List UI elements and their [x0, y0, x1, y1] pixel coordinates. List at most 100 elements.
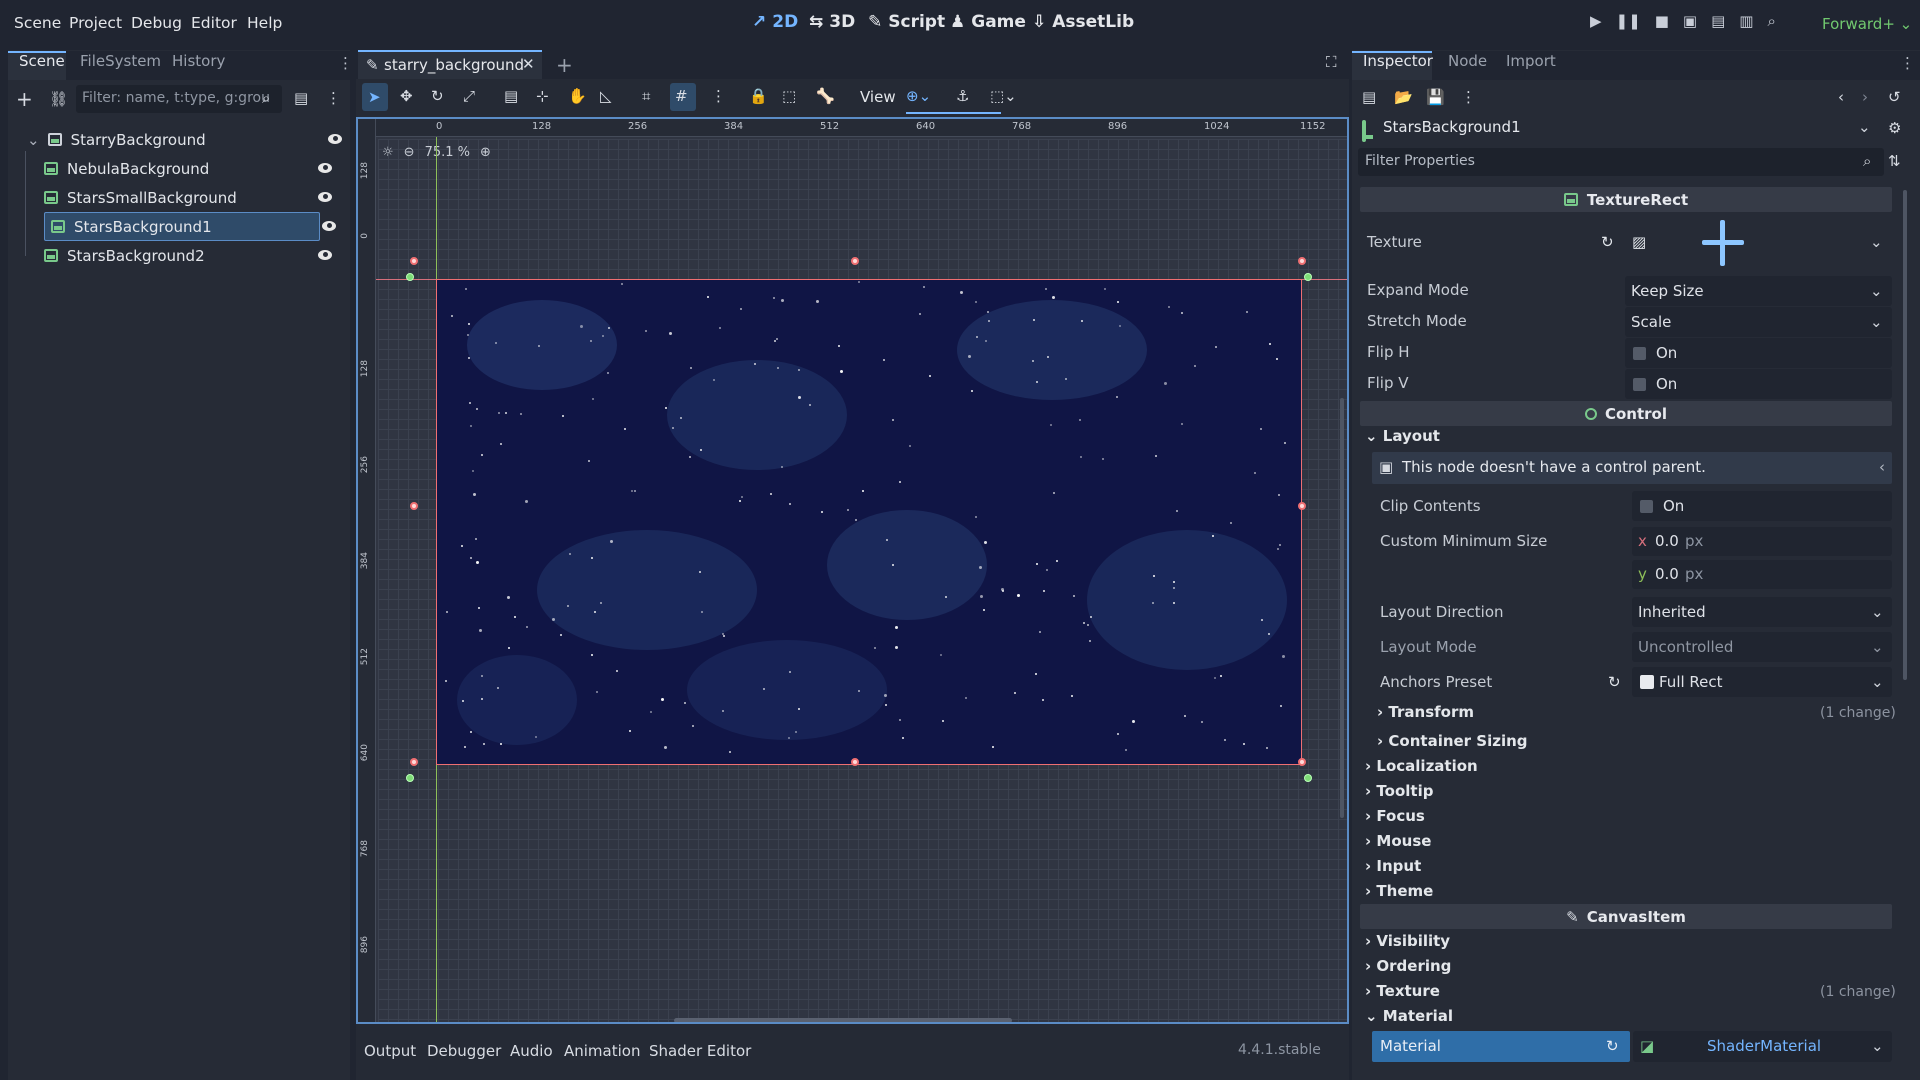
transform-group[interactable]: › Transform [1377, 703, 1474, 721]
tooltip-group[interactable]: › Tooltip [1365, 782, 1433, 800]
flip-v-checkbox[interactable]: On [1625, 369, 1892, 399]
stretch-mode-select[interactable]: Scale ⌄ [1625, 307, 1892, 337]
pause-icon[interactable]: ❚❚ [1616, 12, 1641, 30]
revert-icon[interactable]: ↻ [1608, 673, 1621, 691]
save-resource-icon[interactable]: 💾 [1426, 88, 1445, 106]
open-resource-icon[interactable]: 📂 [1394, 88, 1413, 106]
grid-snap-icon[interactable]: # [675, 87, 688, 105]
clip-contents-checkbox[interactable]: On [1632, 491, 1892, 521]
bone-icon[interactable]: 🦴 [816, 87, 835, 105]
visibility-eye-icon[interactable] [318, 192, 332, 202]
mouse-group[interactable]: › Mouse [1365, 832, 1431, 850]
workspace-game[interactable]: ♟ Game [950, 12, 1026, 32]
visibility-eye-icon[interactable] [318, 250, 332, 260]
script-attach-icon[interactable]: ▤ [294, 89, 308, 107]
horizontal-scrollbar[interactable] [674, 1018, 1012, 1022]
theme-group[interactable]: › Theme [1365, 882, 1433, 900]
filter-properties-input[interactable]: Filter Properties ⌕ [1358, 148, 1884, 176]
select-arrow-icon[interactable]: ➤ [368, 88, 381, 106]
group-icon[interactable]: ⬚ [782, 87, 796, 105]
zoom-level[interactable]: 75.1 % [425, 145, 470, 160]
lock-icon[interactable]: 🔒 [749, 87, 768, 105]
material-resource-picker[interactable]: ◪ ShaderMaterial ⌄ [1633, 1031, 1892, 1062]
rotate-tool-icon[interactable]: ↻ [431, 87, 444, 105]
resize-handle-bottom-left[interactable] [410, 758, 418, 766]
material-group[interactable]: ⌄ Material [1365, 1007, 1453, 1025]
tab-output[interactable]: Output [364, 1042, 416, 1060]
resize-handle-bottom[interactable] [851, 758, 859, 766]
anchor-icon[interactable]: ⚓ [956, 87, 969, 105]
tree-row-starsbackground1[interactable]: StarsBackground1 [44, 212, 320, 241]
scene-tab-starry-background[interactable]: ✎ starry_background ✕ [358, 50, 542, 79]
edit-texture-icon[interactable]: ▨ [1632, 233, 1646, 251]
scale-tool-icon[interactable]: ⤢ [463, 87, 475, 105]
play-scene-icon[interactable]: ▤ [1711, 12, 1725, 30]
tab-filesystem[interactable]: FileSystem [80, 52, 161, 70]
custom-min-size-x[interactable]: x 0.0 px [1632, 527, 1892, 556]
anchor-handle-top-right[interactable] [1304, 273, 1312, 281]
workspace-3d[interactable]: ⇆ 3D [809, 12, 855, 32]
stop-icon[interactable]: ■ [1655, 12, 1669, 30]
menu-debug[interactable]: Debug [131, 14, 182, 32]
tab-node[interactable]: Node [1448, 52, 1487, 70]
tab-import[interactable]: Import [1506, 52, 1556, 70]
collapse-left-icon[interactable]: ‹ [1879, 458, 1885, 476]
pan-tool-icon[interactable]: ✋ [568, 87, 587, 105]
focus-group[interactable]: › Focus [1365, 807, 1425, 825]
texture-preview[interactable] [1702, 220, 1744, 266]
resource-options-icon[interactable]: ⋮ [1461, 88, 1476, 106]
tab-audio[interactable]: Audio [510, 1042, 553, 1060]
tab-scene[interactable]: Scene [19, 52, 65, 70]
material-row-selected[interactable]: Material ↻ [1372, 1031, 1630, 1062]
zoom-out-icon[interactable]: ⊖ [404, 145, 415, 160]
movie-maker-icon[interactable]: ⌕ [1767, 12, 1775, 30]
add-node-icon[interactable]: + [16, 87, 33, 111]
anchors-preset-select[interactable]: Full Rect ⌄ [1632, 667, 1892, 697]
revert-icon[interactable]: ↻ [1601, 233, 1614, 251]
vertical-scrollbar[interactable] [1340, 398, 1344, 818]
menu-scene[interactable]: Scene [14, 14, 61, 32]
instantiate-scene-icon[interactable]: ⛓ [49, 90, 68, 108]
visibility-group[interactable]: › Visibility [1365, 932, 1450, 950]
play-custom-scene-icon[interactable]: ▥ [1739, 12, 1753, 30]
menu-project[interactable]: Project [69, 14, 122, 32]
snap-options-icon[interactable]: ⋮ [711, 87, 726, 105]
resize-handle-right[interactable] [1298, 502, 1306, 510]
tree-row-nebulabackground[interactable]: NebulaBackground [44, 154, 340, 183]
view-menu[interactable]: View [860, 88, 896, 106]
visibility-eye-icon[interactable] [322, 221, 336, 231]
pivot-tool-icon[interactable]: ⊹ [536, 87, 549, 105]
zoom-in-icon[interactable]: ⊕ [480, 145, 491, 160]
input-group[interactable]: › Input [1365, 857, 1421, 875]
ordering-group[interactable]: › Ordering [1365, 957, 1451, 975]
history-forward-icon[interactable]: › [1862, 88, 1868, 106]
resize-handle-top-left[interactable] [410, 257, 418, 265]
anchor-handle-bottom-left[interactable] [406, 774, 414, 782]
anchor-handle-top-left[interactable] [406, 273, 414, 281]
flip-h-checkbox[interactable]: On [1625, 338, 1892, 368]
resize-handle-left[interactable] [410, 502, 418, 510]
tab-debugger[interactable]: Debugger [427, 1042, 501, 1060]
tab-history[interactable]: History [172, 52, 225, 70]
play-icon[interactable]: ▶ [1590, 12, 1602, 30]
close-tab-icon[interactable]: ✕ [522, 55, 535, 73]
scene-filter-input[interactable]: Filter: name, t:type, g:grou ⌕ [76, 85, 282, 113]
tree-row-starsbackground2[interactable]: StarsBackground2 [44, 241, 340, 270]
menu-editor[interactable]: Editor [191, 14, 237, 32]
selected-node-selector[interactable]: StarsBackground1 ⌄ [1358, 115, 1884, 142]
resize-handle-top[interactable] [851, 257, 859, 265]
dock-menu-icon[interactable]: ⋮ [338, 54, 353, 72]
anchor-handle-bottom-right[interactable] [1304, 774, 1312, 782]
distraction-free-icon[interactable]: ⛶ [1326, 53, 1337, 71]
history-back-icon[interactable]: ‹ [1838, 88, 1844, 106]
object-history-icon[interactable]: ↺ [1888, 88, 1901, 106]
workspace-assetlib[interactable]: ⇩ AssetLib [1032, 12, 1134, 32]
anchor-preset-icon[interactable]: ⊕⌄ [906, 87, 931, 105]
texture-dropdown-icon[interactable]: ⌄ [1870, 233, 1883, 251]
remote-debug-icon[interactable]: ▣ [1683, 12, 1697, 30]
resize-handle-bottom-right[interactable] [1298, 758, 1306, 766]
tab-animation[interactable]: Animation [564, 1042, 640, 1060]
ruler-tool-icon[interactable]: ◺ [600, 87, 612, 105]
starry-background-preview[interactable] [436, 279, 1302, 765]
tree-row-starrybackground[interactable]: ⌄ StarryBackground [27, 125, 350, 154]
